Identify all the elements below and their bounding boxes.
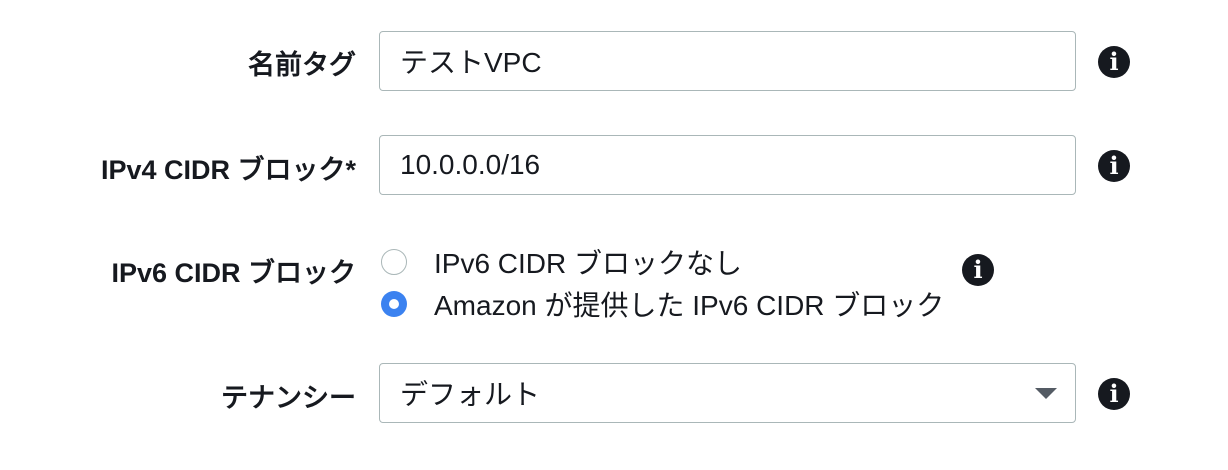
tenancy-select-value: デフォルト xyxy=(400,379,541,410)
name-tag-input[interactable] xyxy=(379,31,1076,91)
info-icon[interactable]: i xyxy=(1098,46,1130,78)
ipv6-option-none[interactable]: IPv6 CIDR ブロックなし xyxy=(381,242,742,282)
radio-dot xyxy=(389,299,399,309)
ipv6-option-amazon[interactable]: Amazon が提供した IPv6 CIDR ブロック xyxy=(381,284,944,324)
radio-unchecked[interactable] xyxy=(381,249,407,275)
name-tag-label: 名前タグ xyxy=(248,50,356,80)
ipv6-cidr-label: IPv6 CIDR ブロック xyxy=(111,258,356,288)
radio-checked[interactable] xyxy=(381,291,407,317)
tenancy-label: テナンシー xyxy=(221,383,356,413)
tenancy-select[interactable]: デフォルト xyxy=(379,363,1076,423)
ipv6-option-amazon-label: Amazon が提供した IPv6 CIDR ブロック xyxy=(434,290,945,321)
ipv6-option-none-label: IPv6 CIDR ブロックなし xyxy=(434,248,743,279)
info-icon[interactable]: i xyxy=(962,254,994,286)
vpc-create-form: 名前タグ i IPv4 CIDR ブロック* i IPv6 CIDR ブロック … xyxy=(0,0,1228,470)
ipv4-cidr-label: IPv4 CIDR ブロック* xyxy=(100,155,356,185)
info-icon[interactable]: i xyxy=(1098,378,1130,410)
caret-down-icon xyxy=(1035,387,1057,399)
info-icon[interactable]: i xyxy=(1098,150,1130,182)
ipv4-cidr-input[interactable] xyxy=(379,135,1076,195)
